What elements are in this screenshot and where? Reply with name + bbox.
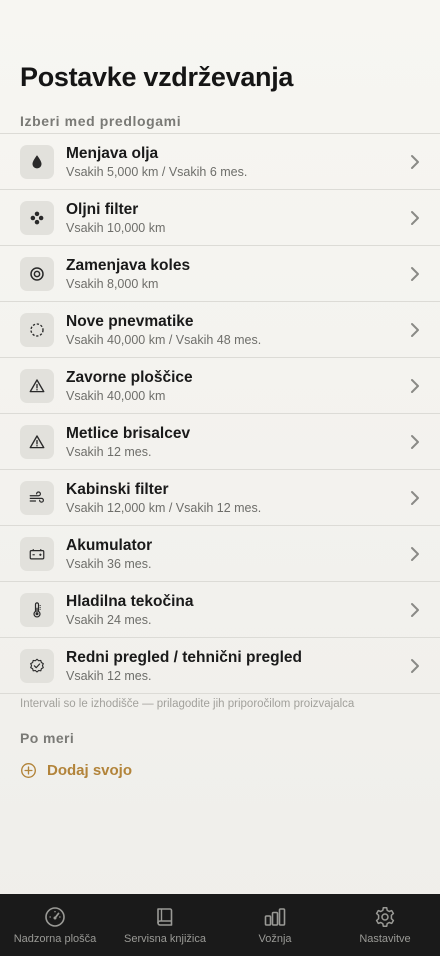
list-item-title: Oljni filter: [66, 201, 139, 218]
chevron-right-icon: [411, 155, 419, 169]
list-item-battery[interactable]: Akumulator Vsakih 36 mes.: [0, 526, 440, 582]
add-custom-label: Dodaj svojo: [47, 762, 133, 779]
list-item-coolant[interactable]: Hladilna tekočina Vsakih 24 mes.: [0, 582, 440, 638]
bars-icon: [264, 908, 286, 926]
tab-label: Nastavitve: [359, 933, 411, 945]
chevron-right-icon: [411, 323, 419, 337]
list-item-title: Menjava olja: [66, 145, 159, 162]
thermometer-icon: [20, 593, 54, 627]
gauge-icon: [45, 907, 65, 927]
tab-label: Nadzorna plošča: [13, 933, 97, 945]
warning-triangle-icon: [20, 425, 54, 459]
tab-settings[interactable]: Nastavitve: [330, 894, 440, 956]
chevron-right-icon: [411, 659, 419, 673]
tab-label: Vožnja: [258, 933, 292, 945]
tab-bar: Nadzorna plošča Servisna knjižica Vožnja…: [0, 894, 440, 956]
list-item-subtitle: Vsakih 8,000 km: [66, 277, 159, 291]
tab-dashboard[interactable]: Nadzorna plošča: [0, 894, 110, 956]
chevron-right-icon: [411, 491, 419, 505]
gear-icon: [375, 907, 395, 927]
chevron-right-icon: [411, 603, 419, 617]
list-item-title: Redni pregled / tehnični pregled: [66, 649, 302, 666]
oil-drop-icon: [20, 145, 54, 179]
add-custom-button[interactable]: Dodaj svojo: [20, 762, 132, 779]
chevron-right-icon: [411, 547, 419, 561]
list-item-title: Kabinski filter: [66, 481, 169, 498]
chevron-right-icon: [411, 267, 419, 281]
list-item-subtitle: Vsakih 12,000 km / Vsakih 12 mes.: [66, 501, 262, 515]
battery-icon: [20, 537, 54, 571]
list-item-subtitle: Vsakih 12 mes.: [66, 669, 152, 683]
section-header-custom: Po meri: [20, 730, 75, 746]
list-item-title: Zavorne ploščice: [66, 369, 193, 386]
list-item-subtitle: Vsakih 36 mes.: [66, 557, 152, 571]
section-header-suggestions: Izberi med predlogami: [20, 113, 182, 129]
tab-driving[interactable]: Vožnja: [220, 894, 330, 956]
page-title: Postavke vzdrževanja: [20, 62, 294, 92]
list-item-subtitle: Vsakih 10,000 km: [66, 221, 166, 235]
filter-dots-icon: [20, 201, 54, 235]
list-item-brake-pads[interactable]: Zavorne ploščice Vsakih 40,000 km: [0, 358, 440, 414]
list-item-subtitle: Vsakih 24 mes.: [66, 613, 152, 627]
list-item-wiper-blades[interactable]: Metlice brisalcev Vsakih 12 mes.: [0, 414, 440, 470]
chevron-right-icon: [411, 379, 419, 393]
list-item-title: Hladilna tekočina: [66, 593, 194, 610]
list-item-title: Metlice brisalcev: [66, 425, 191, 442]
checkmark-seal-icon: [20, 649, 54, 683]
list-item-oil-filter[interactable]: Oljni filter Vsakih 10,000 km: [0, 190, 440, 246]
plus-circle-icon: [21, 763, 36, 778]
list-item-title: Zamenjava koles: [66, 257, 191, 274]
list-item-oil-change[interactable]: Menjava olja Vsakih 5,000 km / Vsakih 6 …: [0, 134, 440, 190]
list-item-inspection[interactable]: Redni pregled / tehnični pregled Vsakih …: [0, 638, 440, 694]
tab-label: Servisna knjižica: [124, 933, 206, 945]
footnote: Intervali so le izhodišče — prilagodite …: [20, 698, 355, 710]
tire-dashed-icon: [20, 313, 54, 347]
list-item-new-tires[interactable]: Nove pnevmatike Vsakih 40,000 km / Vsaki…: [0, 302, 440, 358]
list-item-subtitle: Vsakih 40,000 km / Vsakih 48 mes.: [66, 333, 262, 347]
list-item-cabin-filter[interactable]: Kabinski filter Vsakih 12,000 km / Vsaki…: [0, 470, 440, 526]
wind-icon: [20, 481, 54, 515]
tab-service-book[interactable]: Servisna knjižica: [110, 894, 220, 956]
wheel-icon: [20, 257, 54, 291]
list-item-title: Nove pnevmatike: [66, 313, 194, 330]
book-icon: [157, 908, 173, 926]
list-item-subtitle: Vsakih 12 mes.: [66, 445, 152, 459]
list-item-subtitle: Vsakih 40,000 km: [66, 389, 166, 403]
list-item-tire-rotation[interactable]: Zamenjava koles Vsakih 8,000 km: [0, 246, 440, 302]
suggestions-list: Menjava olja Vsakih 5,000 km / Vsakih 6 …: [0, 133, 440, 694]
chevron-right-icon: [411, 211, 419, 225]
chevron-right-icon: [411, 435, 419, 449]
list-item-title: Akumulator: [66, 537, 153, 554]
list-item-subtitle: Vsakih 5,000 km / Vsakih 6 mes.: [66, 165, 248, 179]
warning-triangle-icon: [20, 369, 54, 403]
